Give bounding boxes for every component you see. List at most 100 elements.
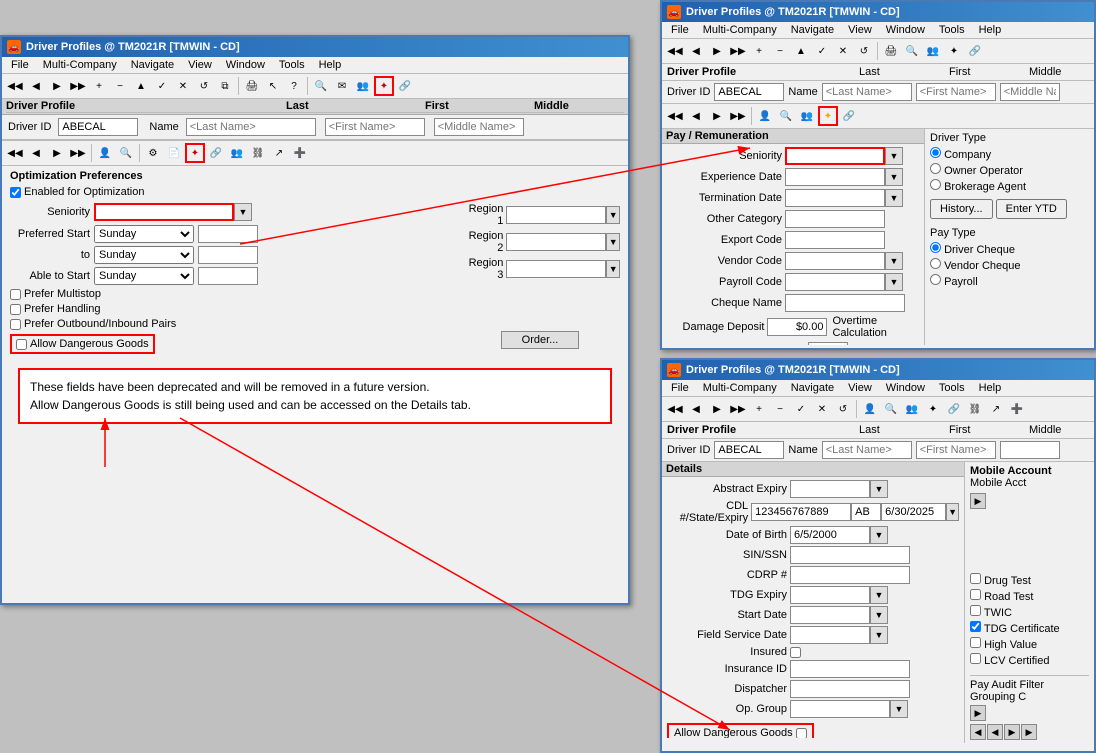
br-abstract-input[interactable] bbox=[790, 480, 870, 498]
br-arr[interactable]: ↗ bbox=[986, 399, 1006, 419]
tr-refresh[interactable]: ↺ bbox=[854, 41, 874, 61]
br-allow-dg-cb[interactable] bbox=[796, 728, 807, 739]
up-btn[interactable]: ▲ bbox=[131, 76, 151, 96]
to-time[interactable] bbox=[198, 246, 258, 264]
br-road-test-cb[interactable] bbox=[970, 589, 981, 600]
br-star[interactable]: ✦ bbox=[923, 399, 943, 419]
br-menu-nav[interactable]: Navigate bbox=[785, 381, 840, 395]
driver-id-input[interactable] bbox=[58, 118, 138, 136]
br-menu-file[interactable]: File bbox=[665, 381, 695, 395]
br-chain[interactable]: ⛓ bbox=[965, 399, 985, 419]
tr-owner-radio[interactable] bbox=[930, 163, 941, 174]
br-high-value-cb[interactable] bbox=[970, 637, 981, 648]
tr-menu-help[interactable]: Help bbox=[973, 23, 1008, 37]
br-menu-help[interactable]: Help bbox=[973, 381, 1008, 395]
tb2-link-btn[interactable]: 🔗 bbox=[206, 143, 226, 163]
br-tdg-btn[interactable]: ▼ bbox=[870, 586, 888, 604]
tr2-profile[interactable]: 👤 bbox=[755, 106, 775, 126]
tr-menu-multi[interactable]: Multi-Company bbox=[697, 23, 783, 37]
br-profile[interactable]: 👤 bbox=[860, 399, 880, 419]
br-first-input[interactable] bbox=[916, 441, 996, 459]
tr-people[interactable]: 👥 bbox=[923, 41, 943, 61]
br-op-group-input[interactable] bbox=[790, 700, 890, 718]
tr2-btn1[interactable]: ◀◀ bbox=[665, 106, 685, 126]
menu-view[interactable]: View bbox=[182, 58, 218, 72]
nav-first-btn[interactable]: ◀◀ bbox=[5, 76, 25, 96]
br-abstract-btn[interactable]: ▼ bbox=[870, 480, 888, 498]
add-btn[interactable]: + bbox=[89, 76, 109, 96]
br-xbtn[interactable]: ✕ bbox=[812, 399, 832, 419]
region3-input[interactable] bbox=[506, 260, 606, 278]
tr-vendor-input[interactable] bbox=[785, 252, 885, 270]
tr-up[interactable]: ▲ bbox=[791, 41, 811, 61]
tr-nav-last[interactable]: ▶▶ bbox=[728, 41, 748, 61]
br-twic-cb[interactable] bbox=[970, 605, 981, 616]
tr-history-btn[interactable]: History... bbox=[930, 199, 993, 219]
br-cdl-input[interactable] bbox=[751, 503, 851, 521]
nav-next-btn[interactable]: ▶ bbox=[47, 76, 67, 96]
print-btn[interactable]: 🖨 bbox=[242, 76, 262, 96]
refresh-btn[interactable]: ↺ bbox=[194, 76, 214, 96]
tr-seniority-input[interactable] bbox=[785, 147, 885, 165]
br-link[interactable]: 🔗 bbox=[944, 399, 964, 419]
x-btn[interactable]: ✕ bbox=[173, 76, 193, 96]
tr-payroll-input[interactable] bbox=[785, 273, 885, 291]
br-nav3[interactable]: ▶ bbox=[707, 399, 727, 419]
tr-payroll-radio[interactable] bbox=[930, 274, 941, 285]
br-dob-input[interactable] bbox=[790, 526, 870, 544]
tr-menu-tools[interactable]: Tools bbox=[933, 23, 971, 37]
region1-btn[interactable]: ▼ bbox=[606, 206, 620, 224]
tb2-profile-btn[interactable]: 👤 bbox=[95, 143, 115, 163]
br-lcv-cb[interactable] bbox=[970, 653, 981, 664]
tr-last-input[interactable] bbox=[822, 83, 912, 101]
br-search[interactable]: 🔍 bbox=[881, 399, 901, 419]
br-sin-input[interactable] bbox=[790, 546, 910, 564]
tr-menu-win[interactable]: Window bbox=[880, 23, 931, 37]
tr-vendor-btn[interactable]: ▼ bbox=[885, 252, 903, 270]
tr-driver-cheque-radio[interactable] bbox=[930, 242, 941, 253]
prefer-outbound-cb[interactable] bbox=[10, 319, 21, 330]
tr2-btn3[interactable]: ▶ bbox=[707, 106, 727, 126]
br-cdrp-input[interactable] bbox=[790, 566, 910, 584]
tr-menu-nav[interactable]: Navigate bbox=[785, 23, 840, 37]
br-drug-test-cb[interactable] bbox=[970, 573, 981, 584]
people-btn[interactable]: 👥 bbox=[353, 76, 373, 96]
tr-export-input[interactable] bbox=[785, 231, 885, 249]
region2-btn[interactable]: ▼ bbox=[606, 233, 620, 251]
br-op-group-btn[interactable]: ▼ bbox=[890, 700, 908, 718]
enabled-checkbox[interactable] bbox=[10, 187, 21, 198]
tr-add[interactable]: + bbox=[749, 41, 769, 61]
tr-first-input[interactable] bbox=[916, 83, 996, 101]
tr-menu-view[interactable]: View bbox=[842, 23, 878, 37]
tb2-btn4[interactable]: ▶▶ bbox=[68, 143, 88, 163]
br-tdg-input[interactable] bbox=[790, 586, 870, 604]
menu-help[interactable]: Help bbox=[313, 58, 348, 72]
tb2-plus-btn[interactable]: ➕ bbox=[290, 143, 310, 163]
br-last-input[interactable] bbox=[822, 441, 912, 459]
tb2-arrow-btn[interactable]: ↗ bbox=[269, 143, 289, 163]
minus-btn[interactable]: − bbox=[110, 76, 130, 96]
tr-day-input[interactable] bbox=[808, 342, 848, 345]
menu-navigate[interactable]: Navigate bbox=[125, 58, 180, 72]
copy-btn[interactable]: ⧉ bbox=[215, 76, 235, 96]
tr2-btn4[interactable]: ▶▶ bbox=[728, 106, 748, 126]
tb2-people-btn[interactable]: 👥 bbox=[227, 143, 247, 163]
br-menu-win[interactable]: Window bbox=[880, 381, 931, 395]
last-name-input[interactable] bbox=[186, 118, 316, 136]
tr2-people[interactable]: 👥 bbox=[797, 106, 817, 126]
tr-middle-input[interactable] bbox=[1000, 83, 1060, 101]
preferred-start-select[interactable]: SundayMondayTuesday bbox=[94, 225, 194, 243]
tr-check[interactable]: ✓ bbox=[812, 41, 832, 61]
tr-damage-input[interactable] bbox=[767, 318, 827, 336]
tr-nav-next[interactable]: ▶ bbox=[707, 41, 727, 61]
order-button[interactable]: Order... bbox=[501, 331, 580, 349]
tb2-btn2[interactable]: ◀ bbox=[26, 143, 46, 163]
br-insured-cb[interactable] bbox=[790, 647, 801, 658]
br-people[interactable]: 👥 bbox=[902, 399, 922, 419]
br-menu-multi[interactable]: Multi-Company bbox=[697, 381, 783, 395]
tr2-star[interactable]: ✦ bbox=[818, 106, 838, 126]
br-ins-id-input[interactable] bbox=[790, 660, 910, 678]
able-start-select[interactable]: SundayMonday bbox=[94, 267, 194, 285]
tr2-search[interactable]: 🔍 bbox=[776, 106, 796, 126]
br-cdl-btn[interactable]: ▼ bbox=[946, 503, 959, 521]
